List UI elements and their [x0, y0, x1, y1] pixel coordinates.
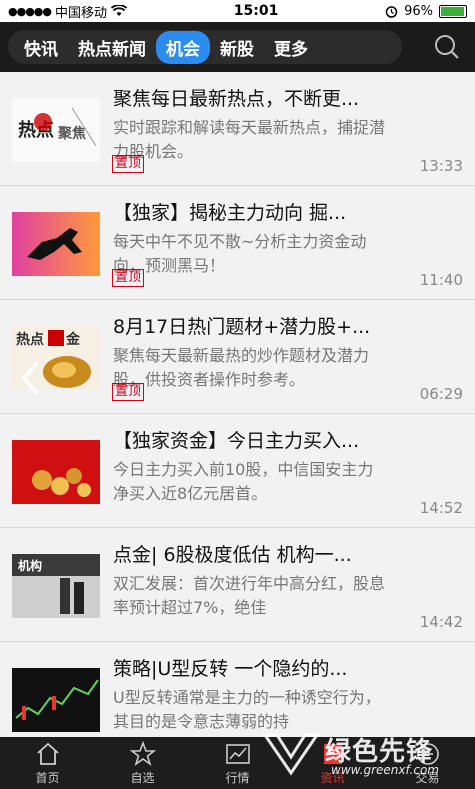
- thumbnail: [12, 440, 100, 504]
- tab-more[interactable]: 更多: [264, 31, 318, 64]
- article-list: 热点 聚焦 聚焦每日最新热点，不断更... 实时跟踪和解读每天最新热点，捕捉潜力…: [0, 72, 475, 737]
- article-summary: 实时跟踪和解读每天最新热点，捕捉潜力股机会。: [113, 118, 386, 161]
- carrier-label: 中国移动: [55, 5, 108, 21]
- tab-hot-news[interactable]: 热点新闻: [68, 31, 156, 64]
- article-summary: 双汇发展：首次进行年中高分红，股息率预计超过7%，绝佳: [113, 574, 386, 617]
- thumbnail: [12, 212, 100, 276]
- nav-home[interactable]: 首页: [0, 737, 95, 789]
- tab-kuaixun[interactable]: 快讯: [14, 31, 68, 64]
- svg-text:聚焦: 聚焦: [57, 125, 86, 141]
- battery-icon: [439, 4, 467, 18]
- article-title: 聚焦每日最新热点，不断更...: [113, 88, 360, 110]
- nav-label: 首页: [35, 770, 60, 785]
- list-item[interactable]: 【独家资金】今日主力买入... 今日主力买入前10股，中信国安主力净买入近8亿元…: [0, 414, 475, 528]
- article-title: 点金| 6股极度低估 机构一...: [113, 544, 352, 566]
- watermark: 绿色先锋 www.greenxf.com: [261, 727, 469, 783]
- clock: 15:01: [233, 3, 279, 19]
- pinned-badge: 置顶: [112, 269, 145, 287]
- nav-label: 自选: [130, 770, 155, 785]
- status-right: 96%: [385, 4, 467, 19]
- thumbnail: [12, 668, 100, 732]
- tab-opportunity[interactable]: 机会: [156, 30, 210, 64]
- article-summary: 聚焦每天最新最热的炒作题材及潜力股，供投资者操作时参考。: [113, 346, 370, 389]
- article-summary: 今日主力买入前10股，中信国安主力净买入近8亿元居首。: [113, 460, 374, 503]
- list-item[interactable]: 热点 聚焦 聚焦每日最新热点，不断更... 实时跟踪和解读每天最新热点，捕捉潜力…: [0, 72, 475, 186]
- nav-label: 行情: [225, 770, 250, 785]
- signal-icon: ●●●●●: [8, 4, 52, 18]
- search-icon[interactable]: [433, 33, 461, 61]
- chart-icon: [225, 743, 250, 764]
- svg-text:机构: 机构: [18, 558, 42, 573]
- article-title: 8月17日热门题材+潜力股+...: [113, 316, 371, 338]
- pinned-badge: 置顶: [112, 155, 145, 173]
- battery-percent: 96%: [404, 3, 433, 19]
- tab-bar: 快讯 热点新闻 机会 新股 更多: [0, 22, 475, 72]
- thumbnail: 机构: [12, 554, 100, 618]
- star-icon: [129, 740, 156, 766]
- article-time: 06:29: [419, 385, 463, 403]
- pinned-badge: 置顶: [112, 383, 145, 401]
- article-summary: 每天中午不见不散~分析主力资金动向，预测黑马！: [113, 232, 367, 275]
- article-title: 【独家资金】今日主力买入...: [113, 430, 360, 452]
- article-title: 【独家】揭秘主力动向 掘...: [113, 202, 347, 224]
- wifi-icon: [111, 5, 128, 16]
- alarm-icon: [385, 5, 398, 18]
- article-time: 14:42: [419, 613, 463, 631]
- list-item[interactable]: 热点 金 8月17日热门题材+潜力股+... 聚焦每天最新最热的炒作题材及潜力股…: [0, 300, 475, 414]
- svg-text:金: 金: [65, 331, 81, 347]
- back-chevron-icon[interactable]: [18, 360, 42, 396]
- tab-new-stock[interactable]: 新股: [210, 31, 264, 64]
- nav-watchlist[interactable]: 自选: [95, 737, 190, 789]
- watermark-url: www.greenxf.com: [331, 763, 439, 777]
- article-time: 13:33: [419, 157, 463, 175]
- article-title: 策略|U型反转 一个隐约的...: [113, 658, 348, 680]
- article-time: 14:52: [419, 499, 463, 517]
- list-item[interactable]: 机构 点金| 6股极度低估 机构一... 双汇发展：首次进行年中高分红，股息率预…: [0, 528, 475, 642]
- thumbnail: 热点 聚焦: [12, 98, 100, 162]
- status-left: ●●●●● 中国移动: [8, 2, 128, 21]
- list-item[interactable]: 【独家】揭秘主力动向 掘... 每天中午不见不散~分析主力资金动向，预测黑马！ …: [0, 186, 475, 300]
- article-time: 11:40: [419, 271, 463, 289]
- watermark-logo-icon: [262, 733, 320, 776]
- tab-strip: 快讯 热点新闻 机会 新股 更多: [8, 30, 402, 64]
- list-item[interactable]: 策略|U型反转 一个隐约的... U型反转通常是主力的一种诱空行为，其目的是令意…: [0, 642, 475, 737]
- svg-text:热点: 热点: [16, 331, 44, 347]
- home-icon: [36, 742, 59, 765]
- status-bar: ●●●●● 中国移动 15:01 96%: [0, 0, 475, 22]
